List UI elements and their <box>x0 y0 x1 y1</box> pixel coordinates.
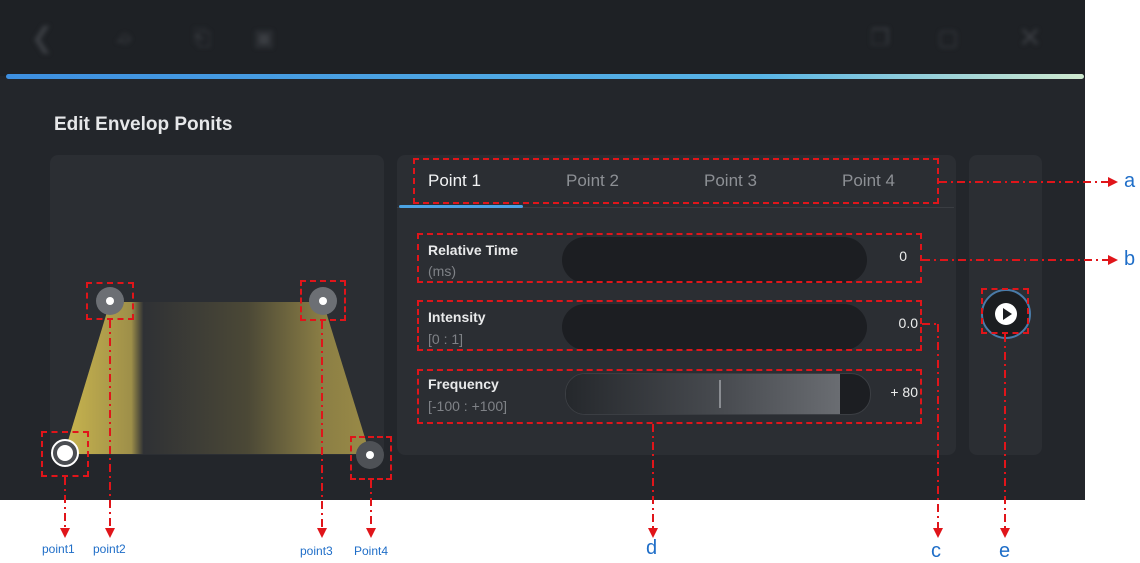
annotation-label-point4: Point4 <box>354 544 389 558</box>
annotation-leader-lines <box>60 177 1118 538</box>
annotation-label-point3: point3 <box>300 544 333 558</box>
annotation-label-e: e <box>999 540 1011 562</box>
annotation-label-a: a <box>1124 170 1136 192</box>
annotation-label-point2: point2 <box>93 542 126 556</box>
annotation-label-c: c <box>931 540 941 562</box>
annotation-label-b: b <box>1124 248 1136 270</box>
annotation-label-d: d <box>646 537 658 559</box>
annotation-label-point1: point1 <box>42 542 75 556</box>
